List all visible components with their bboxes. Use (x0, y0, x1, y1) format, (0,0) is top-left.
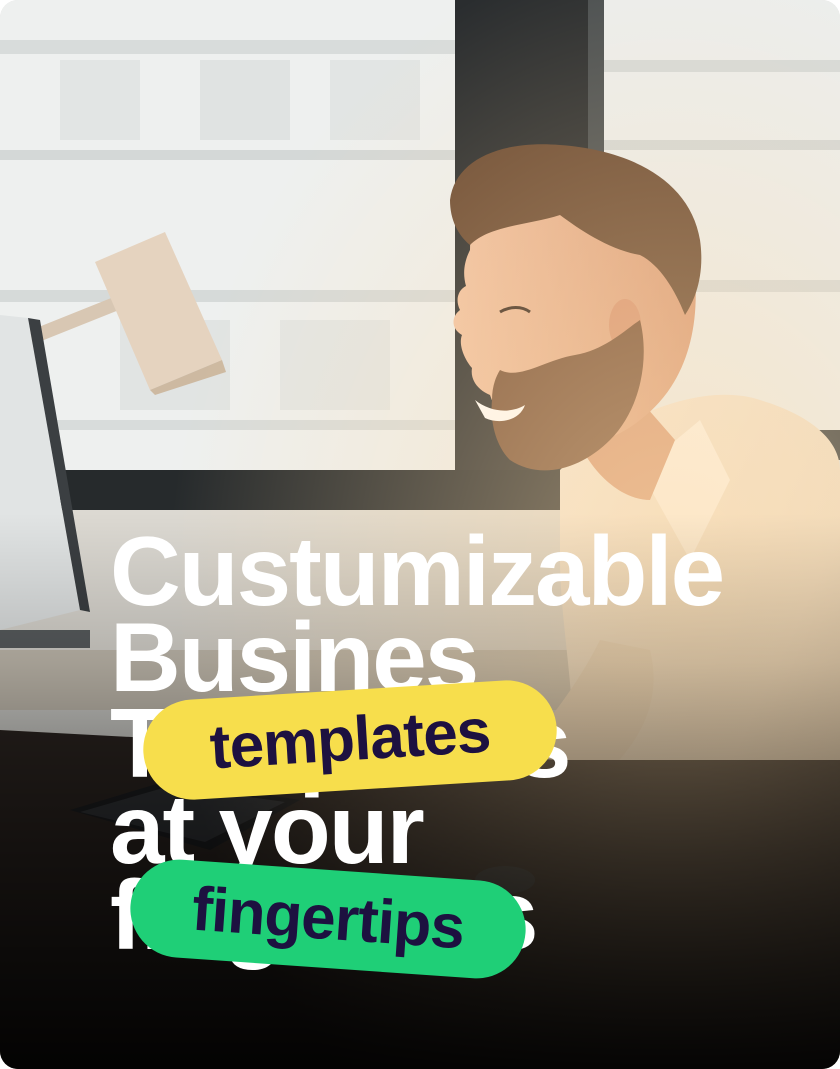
promo-card: Custumizable Busines Templates at your f… (0, 0, 840, 1069)
